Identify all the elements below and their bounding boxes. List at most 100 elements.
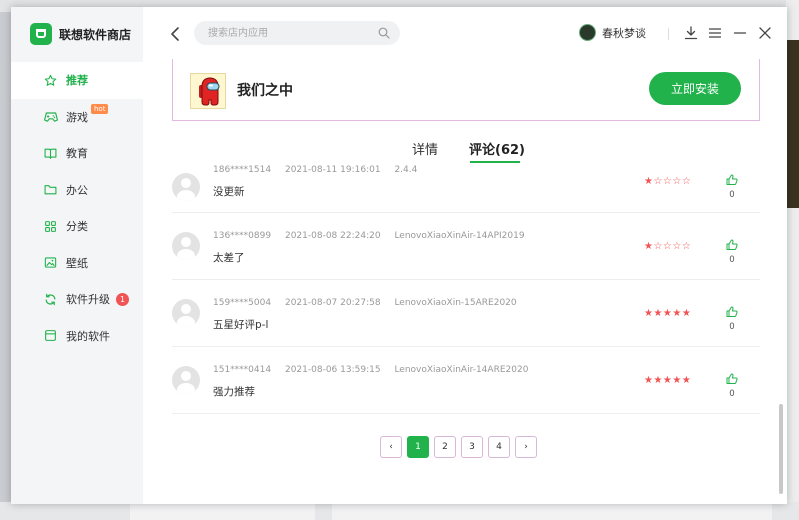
sidebar-item-games[interactable]: 游戏 hot bbox=[11, 99, 143, 136]
review-meta: 186****1514 2021-08-11 19:16:01 2.4.4 bbox=[213, 165, 428, 175]
sidebar: 联想软件商店 推荐 游戏 hot 教育 办公 分类 壁纸 软件升级 1 我的软件 bbox=[11, 7, 143, 504]
review-meta: 151****0414 2021-08-06 13:59:15 LenovoXi… bbox=[213, 365, 539, 375]
like-button[interactable]: 0 bbox=[724, 174, 740, 200]
like-count: 0 bbox=[729, 190, 735, 200]
folder-icon bbox=[44, 183, 57, 196]
sidebar-nav: 推荐 游戏 hot 教育 办公 分类 壁纸 软件升级 1 我的软件 bbox=[11, 62, 143, 354]
sidebar-item-recommend[interactable]: 推荐 bbox=[11, 62, 143, 99]
star-icon bbox=[44, 74, 57, 87]
review-item: 151****0414 2021-08-06 13:59:15 LenovoXi… bbox=[172, 347, 760, 414]
sidebar-item-label: 教育 bbox=[66, 147, 88, 161]
store-bag-icon bbox=[30, 23, 52, 45]
refresh-icon bbox=[44, 293, 57, 306]
sidebar-item-label: 软件升级 bbox=[66, 293, 110, 307]
sidebar-item-label: 推荐 bbox=[66, 74, 88, 88]
download-button[interactable] bbox=[684, 26, 698, 40]
hot-badge: hot bbox=[91, 103, 109, 114]
top-bar: 春秋梦谈 bbox=[143, 7, 787, 61]
tab-details[interactable]: 详情 bbox=[412, 139, 438, 158]
thumbs-up-icon bbox=[726, 306, 738, 317]
review-list: 186****1514 2021-08-11 19:16:01 2.4.4 没更… bbox=[172, 165, 760, 414]
scrollbar-thumb[interactable] bbox=[779, 404, 783, 494]
review-text: 强力推荐 bbox=[213, 386, 255, 398]
menu-button[interactable] bbox=[708, 26, 722, 40]
reviewer-name: 186****1514 bbox=[213, 165, 272, 175]
sidebar-item-label: 壁纸 bbox=[66, 256, 88, 270]
app-logo: 联想软件商店 bbox=[30, 23, 131, 45]
menu-icon bbox=[708, 28, 722, 38]
review-device: LenovoXiaoXinAir-14ARE2020 bbox=[394, 365, 529, 375]
thumbs-up-icon bbox=[726, 239, 738, 250]
review-text: 没更新 bbox=[213, 186, 245, 198]
review-text: 五星好评p-l bbox=[213, 319, 269, 331]
star-rating: ★☆☆☆☆ bbox=[644, 176, 692, 187]
app-store-window: 联想软件商店 推荐 游戏 hot 教育 办公 分类 壁纸 软件升级 1 我的软件… bbox=[11, 7, 787, 504]
close-button[interactable] bbox=[758, 26, 772, 40]
user-name: 春秋梦谈 bbox=[602, 26, 646, 40]
download-icon bbox=[684, 26, 698, 40]
user-account[interactable]: 春秋梦谈 bbox=[579, 24, 646, 41]
star-rating: ★★★★★ bbox=[644, 308, 692, 319]
review-text: 太差了 bbox=[213, 252, 245, 264]
reviewer-name: 136****0899 bbox=[213, 231, 272, 241]
close-icon bbox=[759, 27, 771, 39]
update-count-badge: 1 bbox=[116, 292, 129, 306]
page-button-3[interactable]: 3 bbox=[461, 436, 483, 458]
review-date: 2021-08-08 22:24:20 bbox=[284, 231, 381, 241]
like-count: 0 bbox=[729, 322, 735, 332]
review-item: 159****5004 2021-08-07 20:27:58 LenovoXi… bbox=[172, 280, 760, 347]
sidebar-item-office[interactable]: 办公 bbox=[11, 172, 143, 209]
next-page-button[interactable]: › bbox=[515, 436, 537, 458]
sidebar-item-category[interactable]: 分类 bbox=[11, 208, 143, 245]
header-divider bbox=[668, 28, 669, 40]
avatar bbox=[579, 24, 596, 41]
star-rating: ★★★★★ bbox=[644, 375, 692, 386]
book-icon bbox=[44, 147, 57, 160]
review-device: LenovoXiaoXinAir-14API2019 bbox=[394, 231, 525, 241]
like-button[interactable]: 0 bbox=[724, 239, 740, 265]
review-date: 2021-08-06 13:59:15 bbox=[284, 365, 381, 375]
tab-reviews[interactable]: 评论(62) bbox=[469, 139, 525, 158]
review-meta: 159****5004 2021-08-07 20:27:58 LenovoXi… bbox=[213, 298, 528, 308]
review-item: 186****1514 2021-08-11 19:16:01 2.4.4 没更… bbox=[172, 165, 760, 213]
star-rating: ★☆☆☆☆ bbox=[644, 241, 692, 252]
page-button-2[interactable]: 2 bbox=[434, 436, 456, 458]
sidebar-item-label: 办公 bbox=[66, 183, 88, 197]
app-summary-card: 我们之中 立即安装 bbox=[172, 59, 760, 121]
chevron-left-icon bbox=[171, 27, 179, 41]
reviewer-avatar bbox=[172, 366, 200, 394]
minimize-button[interactable] bbox=[733, 26, 747, 40]
reviewer-name: 159****5004 bbox=[213, 298, 272, 308]
page-button-1[interactable]: 1 bbox=[407, 436, 429, 458]
sidebar-item-my-software[interactable]: 我的软件 bbox=[11, 318, 143, 355]
reviewer-avatar bbox=[172, 232, 200, 260]
search-input[interactable] bbox=[194, 21, 364, 45]
search-icon[interactable] bbox=[378, 27, 390, 39]
reviewer-avatar bbox=[172, 299, 200, 327]
gamepad-icon bbox=[44, 110, 59, 123]
sidebar-item-update[interactable]: 软件升级 1 bbox=[11, 281, 143, 318]
pagination: ‹ 1 2 3 4 › bbox=[380, 436, 542, 458]
like-count: 0 bbox=[729, 389, 735, 399]
prev-page-button[interactable]: ‹ bbox=[380, 436, 402, 458]
detail-tabs: 详情 评论(62) bbox=[172, 135, 760, 167]
page-button-4[interactable]: 4 bbox=[488, 436, 510, 458]
sidebar-item-education[interactable]: 教育 bbox=[11, 135, 143, 172]
like-button[interactable]: 0 bbox=[724, 306, 740, 332]
review-item: 136****0899 2021-08-08 22:24:20 LenovoXi… bbox=[172, 213, 760, 280]
sidebar-item-label: 我的软件 bbox=[66, 329, 110, 343]
like-button[interactable]: 0 bbox=[724, 373, 740, 399]
like-count: 0 bbox=[729, 255, 735, 265]
reviewer-name: 151****0414 bbox=[213, 365, 272, 375]
sidebar-item-wallpaper[interactable]: 壁纸 bbox=[11, 245, 143, 282]
review-device: LenovoXiaoXin-15ARE2020 bbox=[394, 298, 517, 308]
logo-text: 联想软件商店 bbox=[59, 27, 132, 42]
app-icon bbox=[190, 73, 226, 109]
review-date: 2021-08-11 19:16:01 bbox=[284, 165, 381, 175]
app-name: 我们之中 bbox=[237, 83, 293, 99]
back-button[interactable] bbox=[169, 26, 181, 42]
review-date: 2021-08-07 20:27:58 bbox=[284, 298, 381, 308]
thumbs-up-icon bbox=[726, 174, 738, 185]
image-icon bbox=[44, 256, 57, 269]
install-button[interactable]: 立即安装 bbox=[649, 72, 741, 105]
